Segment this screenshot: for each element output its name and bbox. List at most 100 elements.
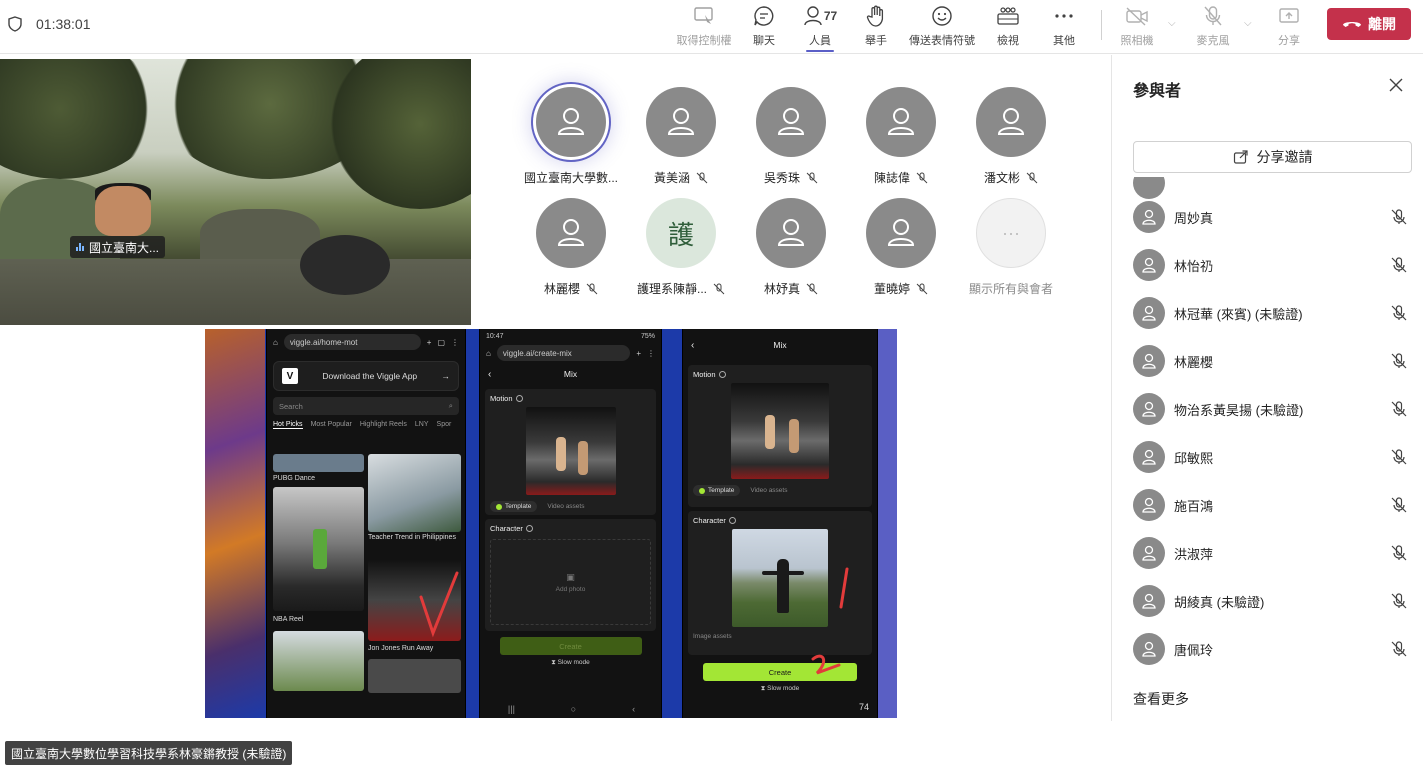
plus-icon: + [426, 337, 432, 347]
panel-title: 參與者 [1133, 83, 1182, 100]
url-bar: viggle.ai/home-mot [283, 334, 421, 350]
view-icon [997, 7, 1019, 25]
people-button[interactable]: 77 人員 [792, 4, 848, 52]
back-icon: ‹ [488, 368, 492, 380]
avatar [536, 198, 606, 268]
participant-tile[interactable]: 陳誌偉 [851, 87, 951, 197]
person-icon [1142, 449, 1156, 465]
share-invite-button[interactable]: 分享邀請 [1133, 141, 1412, 173]
participant-row[interactable]: 施百鴻 [1133, 487, 1412, 523]
mic-off-icon [1391, 353, 1407, 369]
avatar [1133, 393, 1165, 425]
mic-off-icon [586, 283, 598, 294]
person-icon [777, 219, 805, 246]
avatar [1133, 633, 1165, 665]
mic-off-icon [1204, 6, 1222, 26]
ellipsis-icon: ··· [976, 198, 1046, 268]
show-all-participants-button[interactable]: ··· 顯示所有與會者 [961, 198, 1061, 308]
participant-tile[interactable]: 林妤真 [741, 198, 841, 308]
screen-sharer-label: 國立臺南大學數位學習科技學系林豪鏘教授 (未驗證) [5, 741, 293, 765]
avatar [1133, 585, 1165, 617]
mic-off-icon [1391, 545, 1407, 561]
avatar [756, 198, 826, 268]
mic-off-icon [713, 283, 725, 294]
participant-tile[interactable]: 吳秀珠 [741, 87, 841, 197]
shield-icon [8, 16, 22, 32]
mic-off-icon [916, 283, 928, 294]
avatar [1133, 177, 1165, 199]
shared-screen[interactable]: ⌂ viggle.ai/home-mot + ▢ ⋮ V Download the Vig… [205, 329, 897, 718]
raise-hand-button[interactable]: 舉手 [848, 4, 904, 50]
participant-row[interactable] [1133, 177, 1412, 201]
send-reaction-button[interactable]: 傳送表情符號 [909, 4, 975, 50]
person-icon [887, 219, 915, 246]
participant-row[interactable]: 林冠華 (來賓) (未驗證) [1133, 295, 1412, 331]
participant-row[interactable]: 邱敏熙 [1133, 439, 1412, 475]
viggle-logo-icon: V [282, 368, 298, 384]
avatar [1133, 249, 1165, 281]
person-icon [1142, 497, 1156, 513]
tabs-icon: ▢ [437, 337, 445, 347]
emoji-icon [932, 6, 952, 26]
leave-button[interactable]: 離開 [1327, 8, 1411, 40]
share-button[interactable]: 分享 [1261, 4, 1317, 50]
participant-tile[interactable]: 黃美涵 [631, 87, 731, 197]
help-icon [525, 525, 533, 532]
participant-list[interactable]: 周妙真 林怡礽 林冠華 (來賓) (未驗證) 林麗櫻 物治系黃昊揚 (未驗證) … [1112, 177, 1423, 677]
chat-button[interactable]: 聊天 [736, 4, 792, 50]
take-control-button[interactable]: 取得控制權 [676, 4, 732, 50]
home-icon: ⌂ [273, 337, 278, 347]
shared-phone-browse: ⌂ viggle.ai/home-mot + ▢ ⋮ V Download the Vig… [266, 329, 466, 718]
annotation-mark-2 [811, 654, 841, 675]
avatar [536, 87, 606, 157]
more-button[interactable]: 其他 [1036, 4, 1092, 50]
plus-icon: + [636, 348, 641, 358]
person-icon [557, 219, 585, 246]
kebab-icon: ⋮ [647, 348, 655, 358]
participant-row[interactable]: 物治系黃昊揚 (未驗證) [1133, 391, 1412, 427]
avatar [1133, 441, 1165, 473]
participant-tile[interactable]: 護 護理系陳靜... [631, 198, 731, 308]
camera-options-chevron-icon[interactable]: ⌵ [1168, 18, 1176, 29]
participant-row[interactable]: 林麗櫻 [1133, 343, 1412, 379]
participant-row[interactable]: 胡綾真 (未驗證) [1133, 583, 1412, 619]
participant-tile[interactable]: 董曉婷 [851, 198, 951, 308]
person-icon [1142, 209, 1156, 225]
participant-row[interactable]: 林怡礽 [1133, 247, 1412, 283]
mic-options-chevron-icon[interactable]: ⌵ [1244, 18, 1252, 29]
mic-off-icon [1391, 401, 1407, 417]
camera-button[interactable]: 照相機 [1109, 4, 1165, 50]
participant-row[interactable]: 唐佩玲 [1133, 631, 1412, 667]
presenter-video[interactable]: 國立臺南大... [0, 59, 471, 325]
mic-off-icon [1391, 257, 1407, 273]
share-invite-icon [1233, 150, 1248, 164]
participant-tile[interactable]: 林麗櫻 [521, 198, 621, 308]
hang-up-icon [1343, 22, 1361, 27]
participant-row[interactable]: 洪淑萍 [1133, 535, 1412, 571]
person-icon [557, 108, 585, 135]
presenter-name-tag: 國立臺南大... [70, 236, 166, 258]
avatar [1133, 345, 1165, 377]
participant-tile[interactable]: 國立臺南大學數... [521, 87, 621, 197]
avatar [756, 87, 826, 157]
annotation-checkmark [419, 571, 459, 638]
kebab-icon: ⋮ [451, 337, 459, 347]
participant-row[interactable]: 周妙真 [1133, 199, 1412, 235]
person-icon [1142, 353, 1156, 369]
mic-button[interactable]: 麥克風 [1185, 4, 1241, 50]
view-button[interactable]: 檢視 [980, 4, 1036, 50]
avatar [1133, 297, 1165, 329]
audio-level-icon [76, 243, 84, 251]
close-icon[interactable] [1388, 77, 1404, 93]
add-photo-icon: ▣ [566, 571, 575, 582]
home-icon: ⌂ [486, 348, 491, 358]
participant-tile[interactable]: 潘文彬 [961, 87, 1061, 197]
category-tabs: Hot Picks Most Popular Highlight Reels L… [273, 421, 452, 429]
mic-off-icon [1391, 305, 1407, 321]
home-button-icon: ○ [570, 704, 577, 714]
mic-off-icon [806, 172, 818, 183]
see-more-link[interactable]: 查看更多 [1133, 689, 1189, 709]
download-app-banner: V Download the Viggle App → [273, 361, 459, 391]
help-icon [718, 371, 726, 378]
shared-phone-mix-ready: ‹ Mix Motion Template Video assets Charact… [682, 329, 878, 718]
